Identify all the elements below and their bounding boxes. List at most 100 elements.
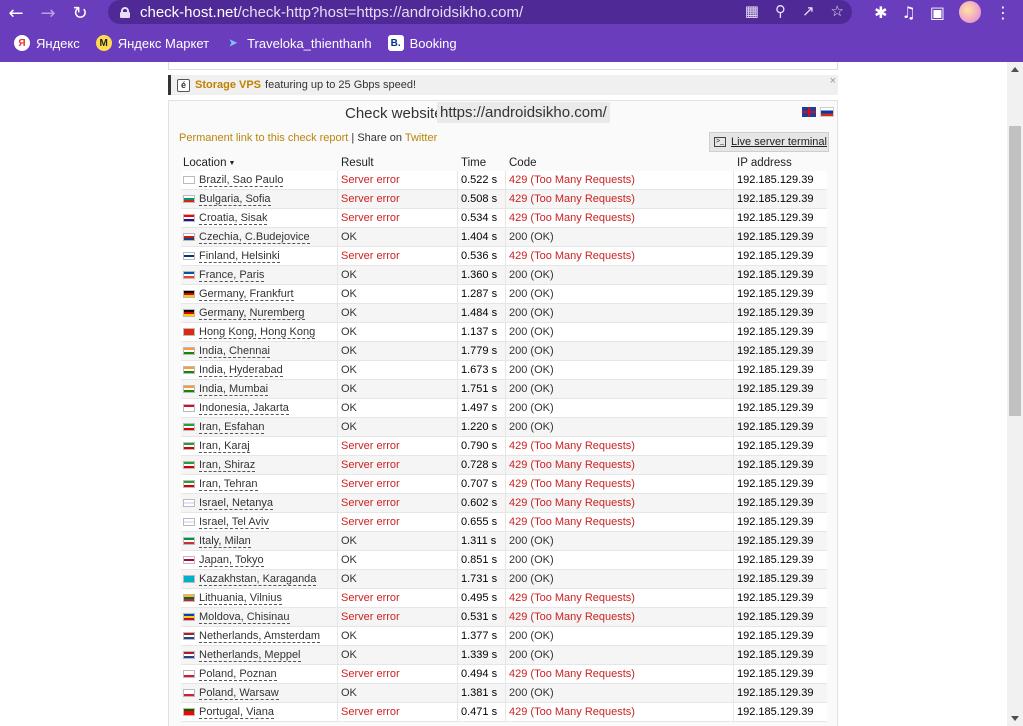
cell-code: 200 (OK) <box>506 551 734 569</box>
forward-icon[interactable]: → <box>32 2 64 26</box>
bookmark-yandex[interactable]: Я Яндекс <box>14 35 80 51</box>
profile-avatar[interactable] <box>959 1 981 23</box>
table-row: Kazakhstan, Karaganda OK 1.731 s 200 (OK) 19… <box>181 570 827 589</box>
translate-icon[interactable]: ▦ <box>745 2 759 20</box>
english-flag-icon[interactable] <box>802 107 816 117</box>
media-icon[interactable]: ♫ <box>902 3 916 22</box>
cell-code: 200 (OK) <box>506 646 734 664</box>
location-link[interactable]: Germany, Frankfurt <box>199 288 294 301</box>
table-body: Brazil, Sao Paulo Server error 0.522 s 429 … <box>181 171 827 722</box>
ad-banner[interactable]: é Storage VPS featuring up to 25 Gbps sp… <box>168 75 838 95</box>
extensions-icon[interactable]: ✱ <box>874 3 887 22</box>
table-row: Israel, Netanya Server error 0.602 s 429 (T… <box>181 494 827 513</box>
location-link[interactable]: Israel, Tel Aviv <box>199 516 269 529</box>
location-link[interactable]: Poland, Poznan <box>199 668 277 681</box>
twitter-link[interactable]: Twitter <box>405 132 437 144</box>
cell-location: Germany, Nuremberg <box>181 304 338 322</box>
bookmark-booking[interactable]: B. Booking <box>387 35 457 51</box>
ad-close-icon[interactable]: × <box>830 75 836 87</box>
location-link[interactable]: Finland, Helsinki <box>199 250 280 263</box>
location-link[interactable]: India, Mumbai <box>199 383 269 396</box>
page-scrollbar[interactable] <box>1007 62 1023 726</box>
cell-ip: 192.185.129.39 <box>737 326 814 338</box>
browser-chrome: ← → ↻ check-host.net/check-http?host=htt… <box>0 0 1023 62</box>
bookmark-traveloka[interactable]: ➤ Traveloka_thienthanh <box>225 35 372 51</box>
location-link[interactable]: Indonesia, Jakarta <box>199 402 289 415</box>
scroll-up-icon[interactable] <box>1011 67 1019 72</box>
header-ip: IP address <box>737 157 792 169</box>
cell-code: 429 (Too Many Requests) <box>506 190 734 208</box>
address-url[interactable]: check-host.net/check-http?host=https://a… <box>140 4 523 21</box>
location-link[interactable]: Iran, Tehran <box>199 478 258 491</box>
location-link[interactable]: Croatia, Sisak <box>199 212 268 225</box>
cell-time: 0.728 s <box>458 456 506 474</box>
location-link[interactable]: Iran, Esfahan <box>199 421 265 434</box>
cell-ip: 192.185.129.39 <box>737 554 814 566</box>
location-link[interactable]: France, Paris <box>199 269 265 282</box>
country-flag-icon <box>183 670 195 678</box>
header-location[interactable]: Location ▼ <box>181 155 338 171</box>
location-link[interactable]: Japan, Tokyo <box>199 554 264 567</box>
location-link[interactable]: Italy, Milan <box>199 535 251 548</box>
ad-brand[interactable]: Storage VPS <box>195 79 261 91</box>
lock-icon[interactable] <box>120 6 130 18</box>
menu-kebab-icon[interactable]: ⋮ <box>995 3 1011 22</box>
location-link[interactable]: Iran, Shiraz <box>199 459 256 472</box>
cell-code: 429 (Too Many Requests) <box>506 437 734 455</box>
location-link[interactable]: Lithuania, Vilnius <box>199 592 282 605</box>
bookmark-yandex-market[interactable]: M Яндекс Маркет <box>95 35 209 51</box>
location-link[interactable]: India, Hyderabad <box>199 364 283 377</box>
live-terminal-button[interactable]: >_ Live server terminal <box>709 132 829 152</box>
cell-result: OK <box>338 532 458 550</box>
location-link[interactable]: Netherlands, Meppel <box>199 649 301 662</box>
location-link[interactable]: Iran, Karaj <box>199 440 250 453</box>
table-row: Iran, Karaj Server error 0.790 s 429 (Too M… <box>181 437 827 456</box>
permalink-link[interactable]: Permanent link to this check report <box>179 132 348 144</box>
country-flag-icon <box>183 480 195 488</box>
cell-code: 200 (OK) <box>506 285 734 303</box>
cell-code: 200 (OK) <box>506 570 734 588</box>
cell-time: 0.471 s <box>458 703 506 721</box>
cell-ip: 192.185.129.39 <box>737 421 814 433</box>
location-link[interactable]: Portugal, Viana <box>199 706 275 719</box>
location-link[interactable]: Bulgaria, Sofia <box>199 193 271 206</box>
cell-ip: 192.185.129.39 <box>737 630 814 642</box>
location-link[interactable]: Hong Kong, Hong Kong <box>199 326 316 339</box>
zoom-icon[interactable]: ⚲ <box>775 2 786 20</box>
address-bar[interactable]: check-host.net/check-http?host=https://a… <box>108 0 852 24</box>
location-link[interactable]: Moldova, Chisinau <box>199 611 290 624</box>
cell-time: 0.655 s <box>458 513 506 531</box>
russian-flag-icon[interactable] <box>820 107 834 117</box>
reload-icon[interactable]: ↻ <box>64 2 96 26</box>
back-icon[interactable]: ← <box>0 2 32 26</box>
cell-time: 0.508 s <box>458 190 506 208</box>
scroll-down-icon[interactable] <box>1011 716 1019 721</box>
bookmark-star-icon[interactable]: ☆ <box>831 2 844 20</box>
cell-time: 0.534 s <box>458 209 506 227</box>
cell-code: 429 (Too Many Requests) <box>506 171 734 189</box>
share-icon[interactable]: ↗ <box>802 2 815 20</box>
scroll-thumb[interactable] <box>1009 126 1021 416</box>
country-flag-icon <box>183 233 195 241</box>
location-link[interactable]: Brazil, Sao Paulo <box>199 174 284 187</box>
location-link[interactable]: Germany, Nuremberg <box>199 307 305 320</box>
country-flag-icon <box>183 594 195 602</box>
location-link[interactable]: Israel, Netanya <box>199 497 273 510</box>
location-link[interactable]: Kazakhstan, Karaganda <box>199 573 317 586</box>
location-link[interactable]: Poland, Warsaw <box>199 687 279 700</box>
cell-result: OK <box>338 646 458 664</box>
location-link[interactable]: Czechia, C.Budejovice <box>199 231 310 244</box>
cell-ip: 192.185.129.39 <box>737 649 814 661</box>
country-flag-icon <box>183 651 195 659</box>
cell-time: 1.779 s <box>458 342 506 360</box>
cell-result: OK <box>338 627 458 645</box>
side-panel-icon[interactable]: ▣ <box>930 3 945 22</box>
cell-code: 429 (Too Many Requests) <box>506 456 734 474</box>
cell-code: 200 (OK) <box>506 684 734 702</box>
location-link[interactable]: Netherlands, Amsterdam <box>199 630 321 643</box>
table-row: Iran, Esfahan OK 1.220 s 200 (OK) 192.185.12… <box>181 418 827 437</box>
country-flag-icon <box>183 613 195 621</box>
cell-result: Server error <box>338 703 458 721</box>
cell-location: India, Hyderabad <box>181 361 338 379</box>
location-link[interactable]: India, Chennai <box>199 345 270 358</box>
